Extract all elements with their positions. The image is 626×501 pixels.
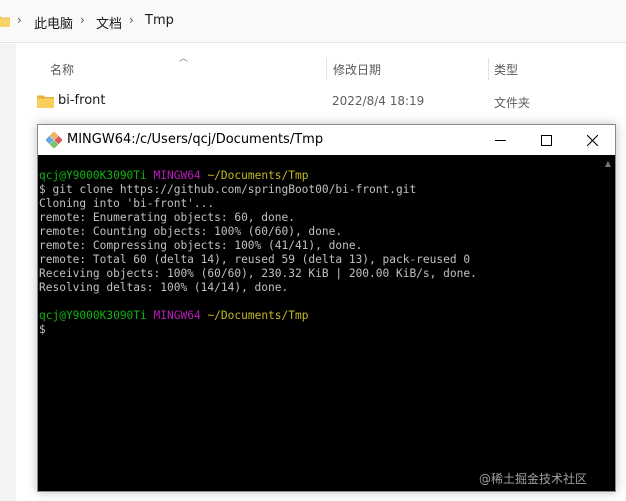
column-header-name[interactable]: 名称	[50, 61, 74, 89]
breadcrumb-item-tmp[interactable]: Tmp	[145, 13, 174, 28]
terminal-scrollbar[interactable]: ▲	[599, 155, 615, 491]
file-type: 文件夹	[494, 96, 531, 110]
file-modified-date: 2022/8/4 18:19	[332, 94, 425, 108]
prompt-user: qcj@Y9000K3090Ti	[39, 169, 147, 182]
terminal-window[interactable]: MINGW64:/c/Users/qcj/Documents/Tmp qcj@Y…	[37, 124, 616, 492]
close-button[interactable]	[569, 125, 615, 155]
watermark: @稀土掘金技术社区	[479, 472, 588, 486]
output-line: remote: Counting objects: 100% (60/60), …	[39, 225, 343, 238]
maximize-icon	[540, 134, 552, 146]
column-divider[interactable]	[326, 58, 327, 80]
address-bar[interactable]: › 此电脑 › 文档 › Tmp	[0, 0, 626, 43]
output-line: remote: Compressing objects: 100% (41/41…	[39, 239, 363, 252]
prompt-env: MINGW64	[153, 309, 201, 322]
maximize-button[interactable]	[523, 125, 569, 155]
output-line: Receiving objects: 100% (60/60), 230.32 …	[39, 267, 477, 280]
terminal-title: MINGW64:/c/Users/qcj/Documents/Tmp	[67, 132, 324, 147]
column-divider[interactable]	[488, 58, 489, 80]
cursor-line[interactable]: $	[39, 323, 599, 337]
prompt-path: ~/Documents/Tmp	[207, 169, 309, 182]
navigation-pane	[0, 44, 16, 501]
prompt-user: qcj@Y9000K3090Ti	[39, 309, 147, 322]
breadcrumb-item-documents[interactable]: 文档	[96, 13, 122, 32]
folder-icon	[0, 16, 10, 27]
chevron-right-icon: ›	[17, 13, 22, 27]
terminal-title-bar[interactable]: MINGW64:/c/Users/qcj/Documents/Tmp	[38, 125, 615, 155]
sort-up-icon: ︿	[179, 54, 189, 64]
output-line: Cloning into 'bi-front'...	[39, 197, 215, 210]
mingw-icon	[46, 132, 62, 148]
close-icon	[586, 134, 598, 146]
chevron-right-icon: ›	[80, 13, 85, 27]
terminal-output[interactable]: qcj@Y9000K3090Ti MINGW64 ~/Documents/Tmp…	[38, 155, 599, 491]
minimize-button[interactable]	[477, 125, 523, 155]
file-name: bi-front	[58, 93, 106, 108]
prompt-env: MINGW64	[153, 169, 201, 182]
breadcrumb-item-this-pc[interactable]: 此电脑	[34, 13, 73, 32]
folder-icon	[37, 95, 54, 108]
output-line: remote: Enumerating objects: 60, done.	[39, 211, 295, 224]
prompt-line: qcj@Y9000K3090Ti MINGW64 ~/Documents/Tmp	[39, 309, 599, 323]
prompt-line: qcj@Y9000K3090Ti MINGW64 ~/Documents/Tmp	[39, 169, 599, 183]
command-line: $ git clone https://github.com/springBoo…	[39, 183, 417, 196]
file-row[interactable]: bi-front 2022/8/4 18:19 文件夹	[30, 88, 626, 114]
prompt-path: ~/Documents/Tmp	[207, 309, 309, 322]
minimize-icon	[494, 139, 506, 141]
output-line: Resolving deltas: 100% (14/14), done.	[39, 281, 289, 294]
chevron-right-icon: ›	[129, 13, 134, 27]
output-line: remote: Total 60 (delta 14), reused 59 (…	[39, 253, 471, 266]
scroll-up-icon[interactable]: ▲	[605, 159, 611, 168]
column-header-modified[interactable]: 修改日期	[333, 61, 381, 89]
column-header-type[interactable]: 类型	[494, 61, 518, 89]
